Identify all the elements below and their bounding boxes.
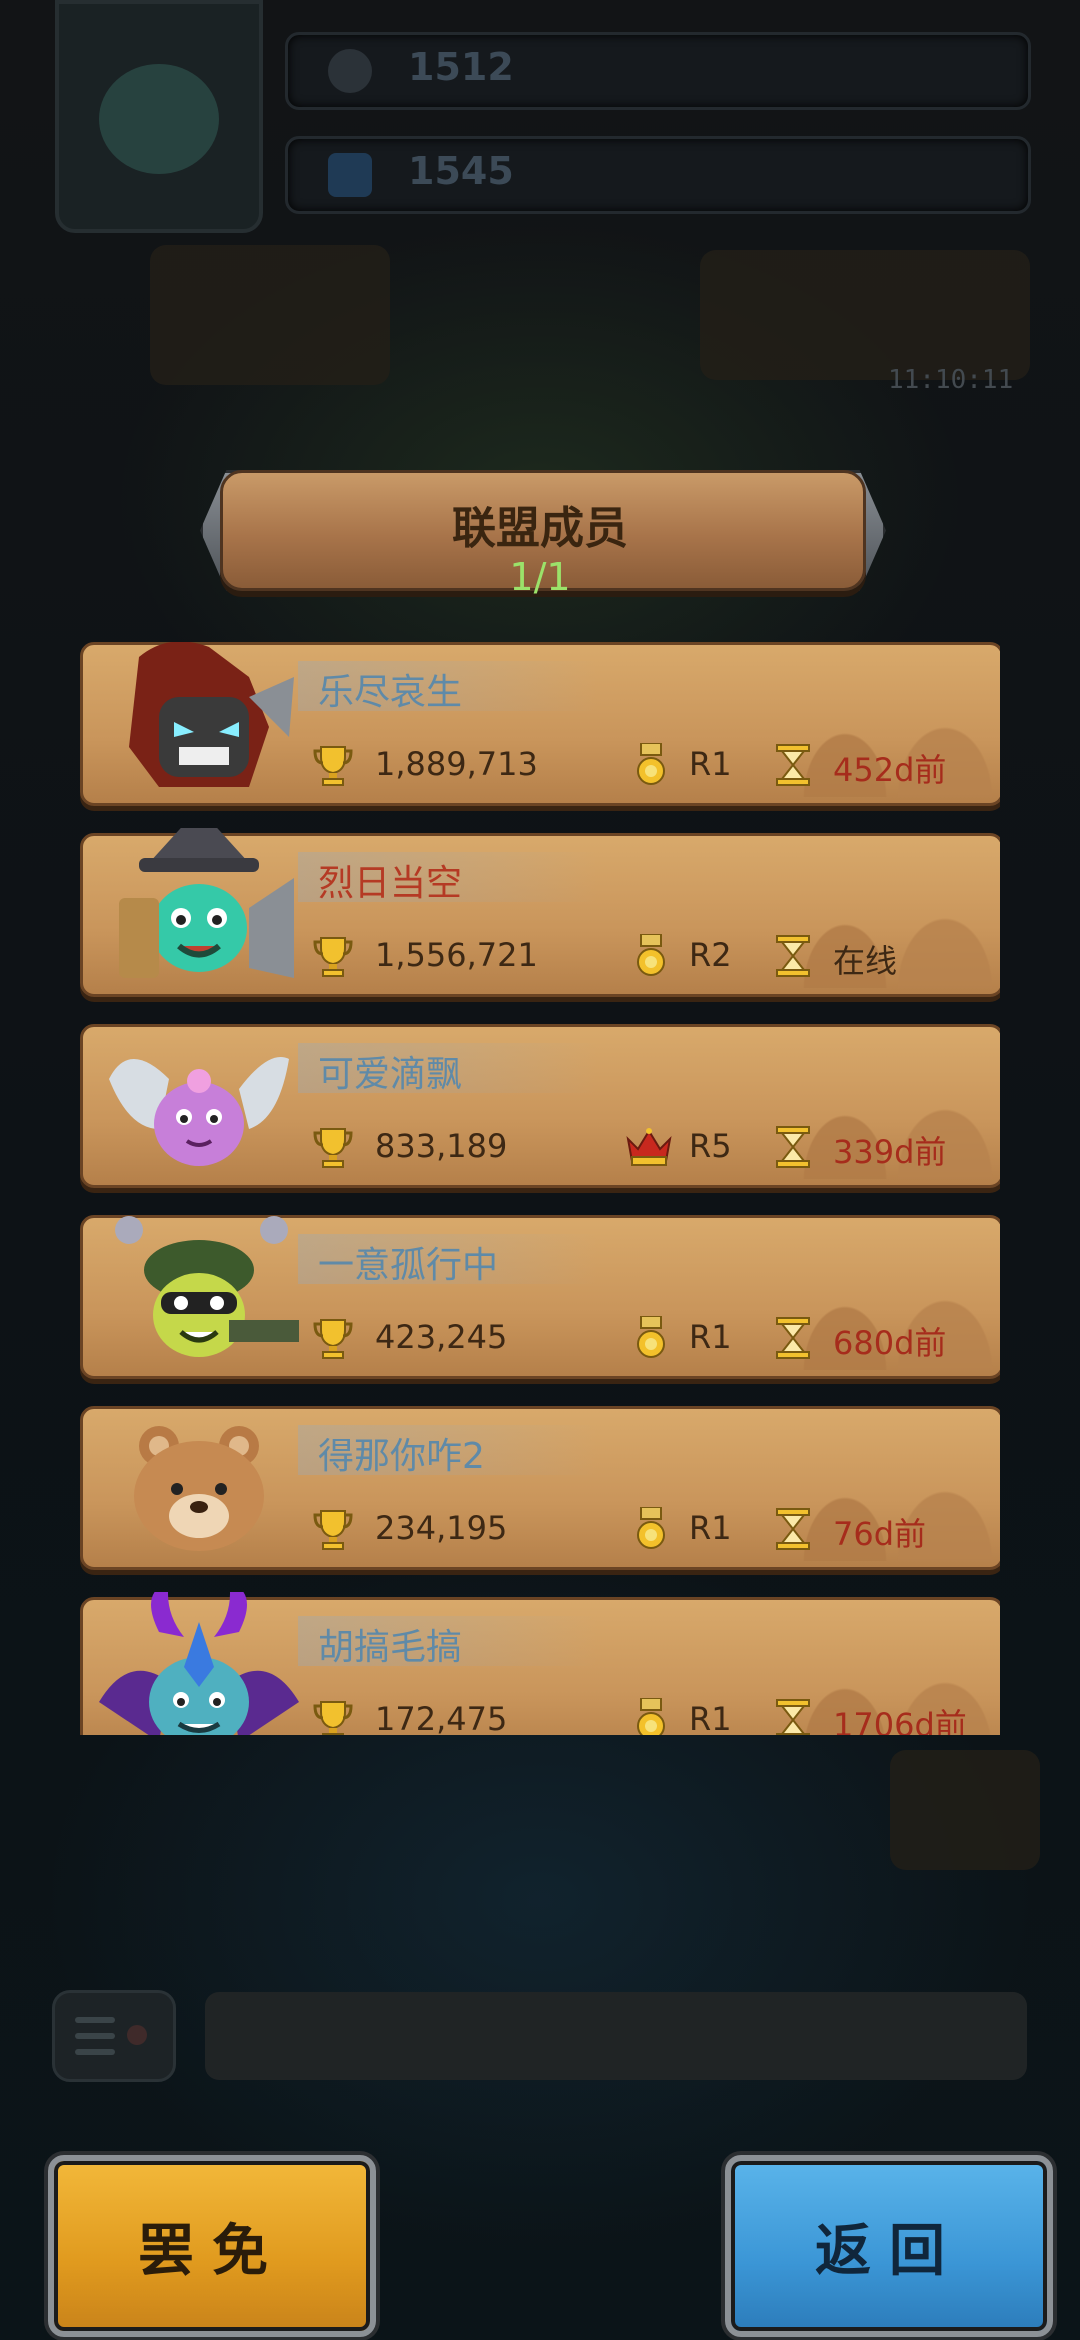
trophy-icon (313, 937, 353, 977)
last-seen: 1706d前 (833, 1706, 967, 1735)
member-rank: R1 (689, 1509, 732, 1547)
medal-icon (637, 1316, 665, 1358)
member-rank: R1 (689, 745, 732, 783)
map-building (150, 245, 390, 385)
chat-icon-dot (127, 2025, 147, 2045)
trophy-count: 423,245 (375, 1318, 508, 1356)
member-rank: R1 (689, 1318, 732, 1356)
medal-icon (637, 1698, 665, 1735)
hourglass-icon (776, 1508, 810, 1550)
member-rank: R1 (689, 1700, 732, 1735)
trophy-icon (313, 1701, 353, 1735)
red-hair-warrior-avatar (129, 642, 294, 787)
hourglass-icon (776, 744, 810, 786)
chat-icon-line (75, 2017, 115, 2023)
pink-winged-blob-avatar (109, 1057, 289, 1166)
gem-value: 1545 (408, 149, 514, 193)
player-avatar-frame (55, 0, 263, 233)
trophy-icon (313, 746, 353, 786)
member-card[interactable]: 一意孤行中 423,245 R1 680d前 (80, 1215, 1000, 1379)
trophy-icon (313, 1510, 353, 1550)
trophy-icon (313, 1319, 353, 1359)
member-rank: R2 (689, 936, 732, 974)
member-name: 得那你咋2 (318, 1436, 485, 1477)
member-count: 1/1 (509, 555, 571, 599)
hourglass-icon (776, 1126, 810, 1168)
hourglass-icon (776, 1699, 810, 1735)
hat-gunner-avatar (119, 828, 294, 978)
member-card[interactable]: 可爱滴飘 833,189 R5 339d前 (80, 1024, 1000, 1188)
gem-bar: 1545 (285, 136, 1031, 214)
last-seen: 在线 (833, 942, 898, 980)
trophy-count: 1,889,713 (375, 745, 538, 783)
last-seen: 680d前 (833, 1324, 947, 1362)
medal-icon (637, 1507, 665, 1549)
bear-avatar (134, 1426, 264, 1551)
trophy-count: 234,195 (375, 1509, 508, 1547)
back-button[interactable]: 返回 (725, 2155, 1053, 2337)
medal-icon (637, 934, 665, 976)
chat-icon-line (75, 2033, 115, 2039)
trophy-icon (313, 1128, 353, 1168)
event-timer: 11:10:11 (888, 365, 1014, 395)
member-card[interactable]: 胡搞毛搞 172,475 R1 1706d前 (80, 1592, 1000, 1735)
trophy-count: 172,475 (375, 1700, 508, 1735)
last-seen: 452d前 (833, 751, 947, 789)
green-soldier-avatar (115, 1216, 299, 1357)
member-name: 一意孤行中 (318, 1245, 499, 1286)
member-name: 乐尽哀生 (318, 672, 463, 713)
member-rank: R5 (689, 1127, 732, 1165)
member-name: 可爱滴飘 (318, 1054, 463, 1095)
hourglass-icon (776, 1317, 810, 1359)
dismiss-button[interactable]: 罢免 (48, 2155, 376, 2337)
coin-bar: 1512 (285, 32, 1031, 110)
medal-icon (637, 743, 665, 785)
player-avatar (99, 64, 219, 174)
coin-icon (328, 49, 372, 93)
panel-title: 联盟成员 (452, 503, 628, 554)
chat-message-box[interactable] (205, 1992, 1027, 2080)
crown-icon (626, 1128, 672, 1166)
gem-icon (328, 153, 372, 197)
purple-demon-avatar (99, 1592, 299, 1735)
member-card[interactable]: 烈日当空 1,556,721 R2 在线 (80, 828, 1000, 997)
member-list[interactable]: 乐尽哀生 1,889,713 R1 452d前 烈日当空 1,556,721 R… (80, 642, 1000, 1735)
coin-value: 1512 (408, 45, 514, 89)
last-seen: 76d前 (833, 1515, 927, 1553)
map-shop-icons (700, 250, 1030, 380)
member-name: 烈日当空 (318, 863, 463, 904)
trophy-count: 833,189 (375, 1127, 508, 1165)
map-tower (890, 1750, 1040, 1870)
last-seen: 339d前 (833, 1133, 947, 1171)
member-card[interactable]: 得那你咋2 234,195 R1 76d前 (80, 1406, 1000, 1570)
chat-icon-line (75, 2049, 115, 2055)
hourglass-icon (776, 935, 810, 977)
member-card[interactable]: 乐尽哀生 1,889,713 R1 452d前 (80, 642, 1000, 806)
trophy-count: 1,556,721 (375, 936, 538, 974)
chat-button[interactable] (52, 1990, 176, 2082)
member-name: 胡搞毛搞 (318, 1627, 463, 1668)
